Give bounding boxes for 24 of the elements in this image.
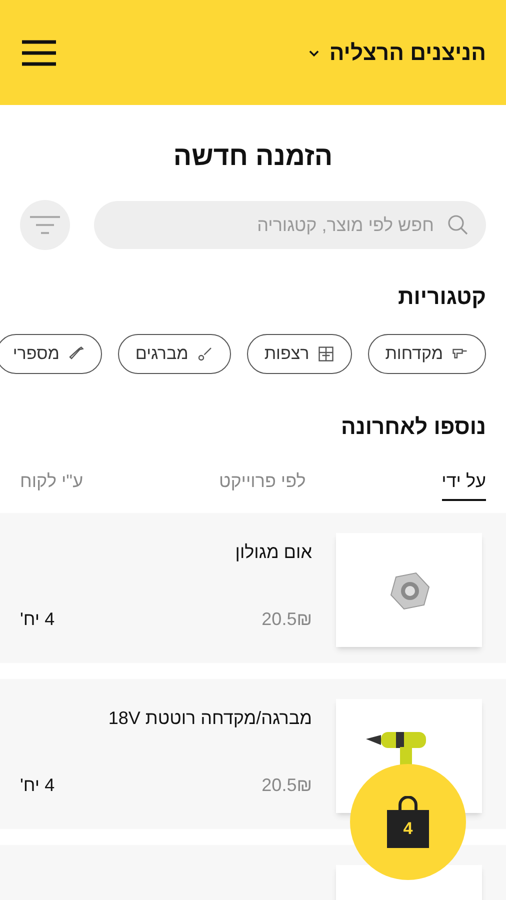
- product-quantity: 4 יח': [20, 608, 55, 631]
- section-heading: קטגוריות: [397, 286, 487, 308]
- section-heading: נוספו לאחרונה: [340, 416, 487, 438]
- filter-icon: [30, 215, 60, 235]
- filter-button[interactable]: [20, 200, 70, 250]
- product-price: 20.5₪: [262, 608, 312, 631]
- screwdriver-icon: [196, 345, 214, 363]
- store-selector[interactable]: הניצנים הרצליה: [307, 36, 486, 69]
- category-chip[interactable]: מספרי: [0, 334, 102, 374]
- category-chip[interactable]: רצפות: [247, 334, 352, 374]
- filter-tab[interactable]: לפי פרוייקט: [218, 468, 306, 501]
- search-field[interactable]: חפש לפי מוצר, קטגוריה: [94, 201, 486, 249]
- product-price: 20.5₪: [262, 774, 312, 797]
- menu-icon: [22, 40, 56, 66]
- product-quantity: 4 יח': [20, 774, 55, 797]
- category-chip[interactable]: מברגים: [118, 334, 232, 374]
- search-icon: [446, 213, 470, 237]
- filter-tab[interactable]: על ידי: [442, 468, 486, 501]
- category-chip[interactable]: מקדחות: [368, 334, 486, 374]
- page-title: הזמנה חדשה: [172, 143, 334, 170]
- tiles-icon: [317, 345, 336, 363]
- product-name: מברגה/מקדחה רוטטת 18V: [107, 707, 312, 730]
- filter-tab[interactable]: ע"י לקוח: [20, 468, 84, 501]
- product-name: אום מגולון: [234, 541, 312, 564]
